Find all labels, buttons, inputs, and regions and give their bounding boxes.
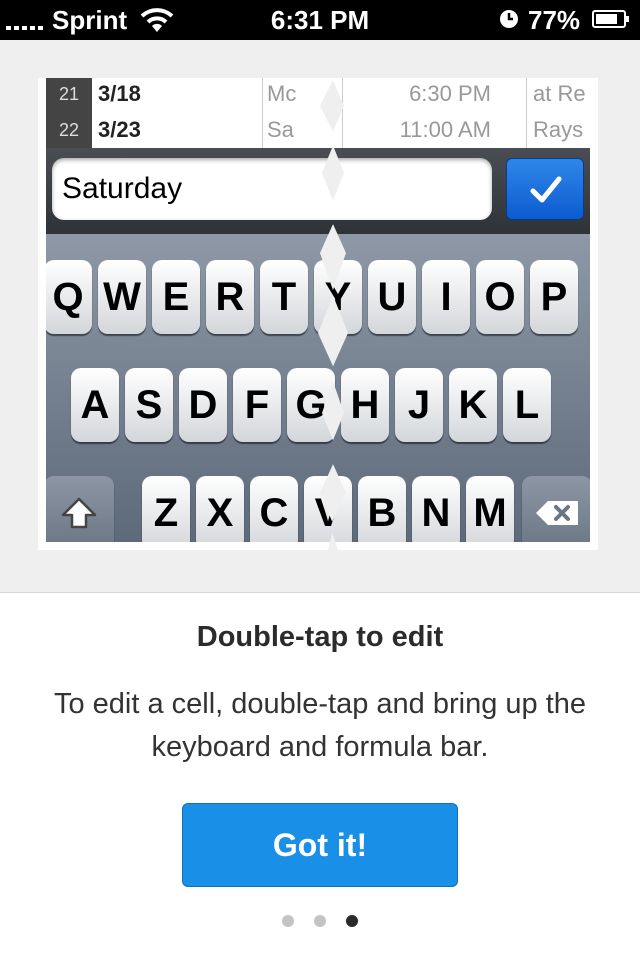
key-s: S (125, 368, 173, 442)
shift-key-icon (46, 476, 114, 542)
key-q: Q (46, 260, 92, 334)
date-cell: 3/23 (98, 117, 141, 142)
key-o: O (476, 260, 524, 334)
got-it-button[interactable]: Got it! (182, 803, 458, 887)
battery-percentage: 77% (528, 5, 581, 35)
key-h: H (341, 368, 389, 442)
key-n: N (412, 476, 460, 542)
alarm-clock-icon (500, 10, 518, 28)
key-u: U (368, 260, 416, 334)
battery-icon (592, 10, 629, 28)
day-cell: Mc (262, 78, 307, 112)
page-indicator (0, 915, 640, 927)
key-x: X (196, 476, 244, 542)
page-dot (282, 915, 294, 927)
key-c: C (250, 476, 298, 542)
key-f: F (233, 368, 281, 442)
illustration-area: 213/18 Mc 6:30 PM at Re 223/23 Sa 11:00 AM Rays… (0, 40, 640, 593)
key-t: T (260, 260, 308, 334)
page-dot (346, 915, 358, 927)
key-a: A (71, 368, 119, 442)
key-l: L (503, 368, 551, 442)
key-k: K (449, 368, 497, 442)
key-j: J (395, 368, 443, 442)
page-dot (314, 915, 326, 927)
key-g: G (287, 368, 335, 442)
row-number: 22 (46, 112, 92, 148)
key-b: B (358, 476, 406, 542)
key-d: D (179, 368, 227, 442)
date-cell: 3/18 (98, 81, 141, 106)
time-cell: 11:00 AM (342, 112, 497, 148)
split-keyboard-illustration: 213/18 Mc 6:30 PM at Re 223/23 Sa 11:00 AM Rays… (38, 78, 598, 550)
location-cell: Rays (526, 112, 590, 148)
delete-key-icon (522, 476, 590, 542)
status-bar: Sprint 6:31 PM 77% (0, 0, 640, 40)
onboarding-content: Double-tap to edit To edit a cell, doubl… (0, 593, 640, 960)
key-r: R (206, 260, 254, 334)
onboarding-description: To edit a cell, double-tap and bring up … (53, 688, 587, 763)
confirm-button (506, 158, 584, 220)
key-w: W (98, 260, 146, 334)
key-m: M (466, 476, 514, 542)
location-cell: at Re (526, 78, 590, 112)
onboarding-title: Double-tap to edit (196, 621, 444, 653)
day-cell: Sa (262, 112, 307, 148)
key-z: Z (142, 476, 190, 542)
checkmark-icon (530, 176, 562, 203)
time-cell: 6:30 PM (342, 78, 497, 112)
key-e: E (152, 260, 200, 334)
key-p: P (530, 260, 578, 334)
formula-value: Saturday (62, 172, 183, 205)
key-i: I (422, 260, 470, 334)
row-number: 21 (46, 78, 92, 112)
